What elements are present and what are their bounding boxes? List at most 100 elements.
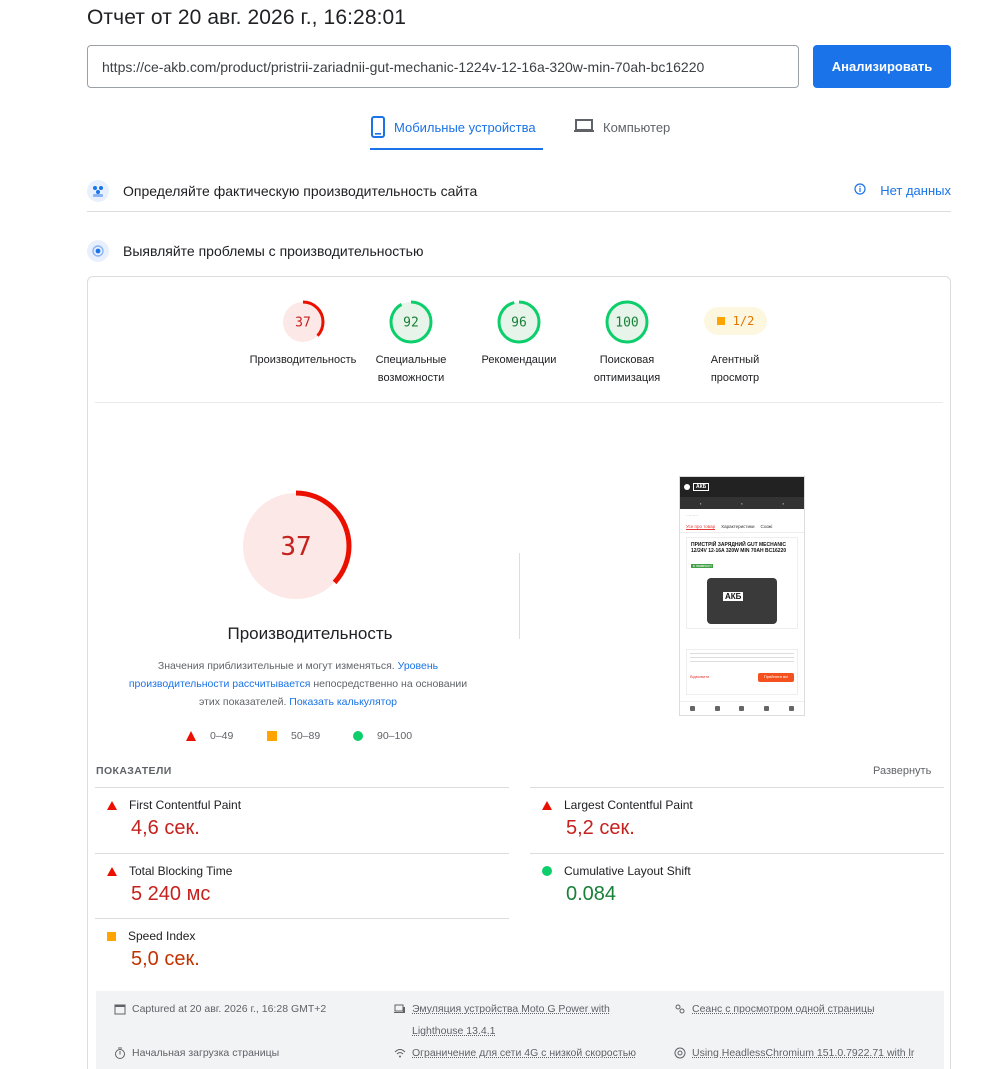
browser-version[interactable]: Using HeadlessChromium 151.0.7922.71 wit…	[674, 1042, 914, 1064]
vertical-divider	[519, 553, 520, 639]
gauge-seo-score: 100	[615, 316, 638, 331]
metric-fcp-name: First Contentful Paint	[129, 798, 242, 812]
field-data-title: Определяйте фактическую производительнос…	[123, 182, 478, 199]
smartphone-icon	[370, 116, 386, 138]
agent-score-pill[interactable]: 1/2	[704, 307, 767, 335]
gauge-performance-label-line1: Производительность	[249, 354, 357, 366]
field-data-section: Определяйте фактическую производительнос…	[87, 170, 951, 212]
metric-tbt-name: Total Blocking Time	[129, 864, 233, 878]
tab-mobile[interactable]: Мобильные устройства	[370, 116, 543, 150]
timer-icon	[115, 1047, 125, 1059]
agent-label: Агентный просмотр	[695, 345, 775, 387]
single-page-session[interactable]: Сеанс с просмотром одной страницы	[674, 998, 875, 1020]
no-data-link[interactable]: Нет данных	[854, 183, 951, 198]
performance-desc-text1: Значения приблизительные и могут изменят…	[157, 660, 398, 672]
metric-cls: Cumulative Layout Shift 0.084	[530, 853, 944, 906]
fail-triangle-icon	[107, 800, 117, 810]
initial-page-load: Начальная загрузка страницы	[114, 1042, 279, 1064]
calculator-link[interactable]: Показать калькулятор	[289, 696, 397, 708]
no-data-label: Нет данных	[880, 183, 951, 198]
performance-title: Производительность	[227, 624, 393, 643]
screenshot-cookie-accept: Прийняти всі	[757, 673, 794, 682]
metric-tbt-value: 5 240 мс	[131, 883, 211, 905]
performance-gauge-score: 37	[280, 532, 311, 562]
people-icon	[87, 179, 109, 202]
lab-flask-icon	[87, 240, 109, 262]
chrome-icon	[674, 1047, 686, 1059]
screenshot-cookie-reject: Відмовити	[690, 674, 710, 679]
metric-lcp: Largest Contentful Paint 5,2 сек.	[530, 787, 944, 840]
screenshot-image-label: АКБ	[723, 592, 744, 601]
screenshot-logo: АКБ	[693, 483, 710, 491]
agent-label-line2: просмотр	[710, 372, 760, 384]
initial-page-load-text: Начальная загрузка страницы	[132, 1047, 280, 1059]
screenshot-product-card: ПРИСТРІЙ ЗАРЯДНИЙ GUT MECHANIC 12/24V 12…	[686, 537, 798, 629]
screenshot-tab-specs: Характеристики	[721, 524, 755, 529]
expand-metrics-button[interactable]: Развернуть	[873, 765, 931, 777]
average-square-icon	[267, 731, 277, 741]
metric-lcp-value: 5,2 сек.	[566, 817, 635, 839]
gauge-best-practices-label-line1: Рекомендации	[481, 354, 557, 366]
page-screenshot-thumbnail[interactable]: АКБ ▪ ▪ ▪ ········· Усе про товар Характер…	[679, 476, 805, 716]
url-input[interactable]	[87, 45, 799, 88]
gauge-accessibility[interactable]: 92 Специальные возможности	[371, 299, 451, 387]
gauge-performance[interactable]: 37 Производительность	[247, 299, 359, 369]
metric-fcp: First Contentful Paint 4,6 сек.	[95, 787, 509, 840]
gauge-performance-label: Производительность	[247, 351, 359, 369]
gauge-seo-label-line1: Поисковая	[599, 354, 655, 366]
average-square-icon	[107, 931, 116, 941]
gauge-accessibility-label-line1: Специальные	[375, 354, 447, 366]
screenshot-product-title: ПРИСТРІЙ ЗАРЯДНИЙ GUT MECHANIC 12/24V 12…	[691, 542, 787, 554]
network-throttling[interactable]: Ограничение для сети 4G с низкой скорост…	[394, 1042, 636, 1064]
tab-desktop-label: Компьютер	[603, 120, 671, 135]
performance-gauge-large: 37	[240, 490, 352, 602]
screenshot-tabs: Усе про товар Характеристики Схожі	[680, 522, 804, 533]
screenshot-cookie-banner: Відмовити Прийняти всі	[686, 649, 798, 695]
gauges-divider	[95, 402, 943, 403]
device-emulation-line1: Эмуляция устройства Moto G Power with	[412, 1003, 610, 1015]
captured-at: Captured at 20 авг. 2026 г., 16:28 GMT+2	[114, 998, 326, 1020]
average-square-icon	[716, 317, 725, 325]
screenshot-breadcrumb: ·········	[686, 513, 698, 518]
metric-cls-name: Cumulative Layout Shift	[564, 864, 691, 878]
browser-version-text: Using HeadlessChromium 151.0.7922.71 wit…	[692, 1047, 915, 1059]
device-emulation[interactable]: Эмуляция устройства Moto G Power with Lig…	[394, 998, 610, 1042]
info-icon	[854, 183, 866, 198]
single-page-session-text: Сеанс с просмотром одной страницы	[692, 1003, 875, 1015]
pass-circle-icon	[542, 866, 552, 876]
metric-cls-value: 0.084	[566, 883, 617, 905]
legend-pass-label: 90–100	[377, 730, 413, 742]
tab-desktop[interactable]: Компьютер	[573, 116, 670, 150]
metric-si: Speed Index 5,0 сек.	[95, 918, 509, 971]
agent-score-value: 1/2	[732, 314, 755, 328]
gauge-best-practices[interactable]: 96 Рекомендации	[475, 299, 563, 369]
agent-label-line1: Агентный	[710, 354, 760, 366]
metric-lcp-name: Largest Contentful Paint	[564, 798, 693, 812]
screenshot-menu-icon	[684, 484, 690, 490]
gauge-accessibility-label-line2: возможности	[377, 372, 445, 384]
tab-mobile-label: Мобильные устройства	[394, 120, 536, 135]
runtime-settings: Captured at 20 авг. 2026 г., 16:28 GMT+2…	[96, 991, 944, 1069]
lab-data-section: Выявляйте проблемы с производительностью	[87, 237, 951, 265]
device-emulation-line2: Lighthouse 13.4.1	[412, 1025, 496, 1037]
metric-si-name: Speed Index	[128, 929, 196, 943]
devices-icon	[394, 1004, 405, 1013]
metric-si-value: 5,0 сек.	[131, 948, 200, 970]
analyze-button[interactable]: Анализировать	[813, 45, 951, 88]
fail-triangle-icon	[107, 866, 117, 876]
screenshot-tab-other: Схожі	[760, 524, 773, 529]
network-throttling-text: Ограничение для сети 4G с низкой скорост…	[412, 1047, 637, 1059]
metrics-heading: ПОКАЗАТЕЛИ	[96, 765, 172, 777]
screenshot-tab-about: Усе про товар	[686, 524, 716, 530]
metric-fcp-value: 4,6 сек.	[131, 817, 200, 839]
performance-description: Значения приблизительные и могут изменят…	[118, 657, 478, 711]
screenshot-bottom-bar	[680, 701, 804, 715]
gauge-performance-score: 37	[295, 316, 311, 331]
gauge-accessibility-score: 92	[403, 316, 419, 331]
lab-data-title: Выявляйте проблемы с производительностью	[123, 243, 424, 259]
pass-circle-icon	[353, 731, 363, 741]
report-title: Отчет от 20 авг. 2026 г., 16:28:01	[87, 6, 407, 29]
metric-tbt: Total Blocking Time 5 240 мс	[95, 853, 509, 906]
gauge-seo[interactable]: 100 Поисковая оптимизация	[587, 299, 667, 387]
screenshot-product-image: АКБ	[707, 578, 777, 624]
